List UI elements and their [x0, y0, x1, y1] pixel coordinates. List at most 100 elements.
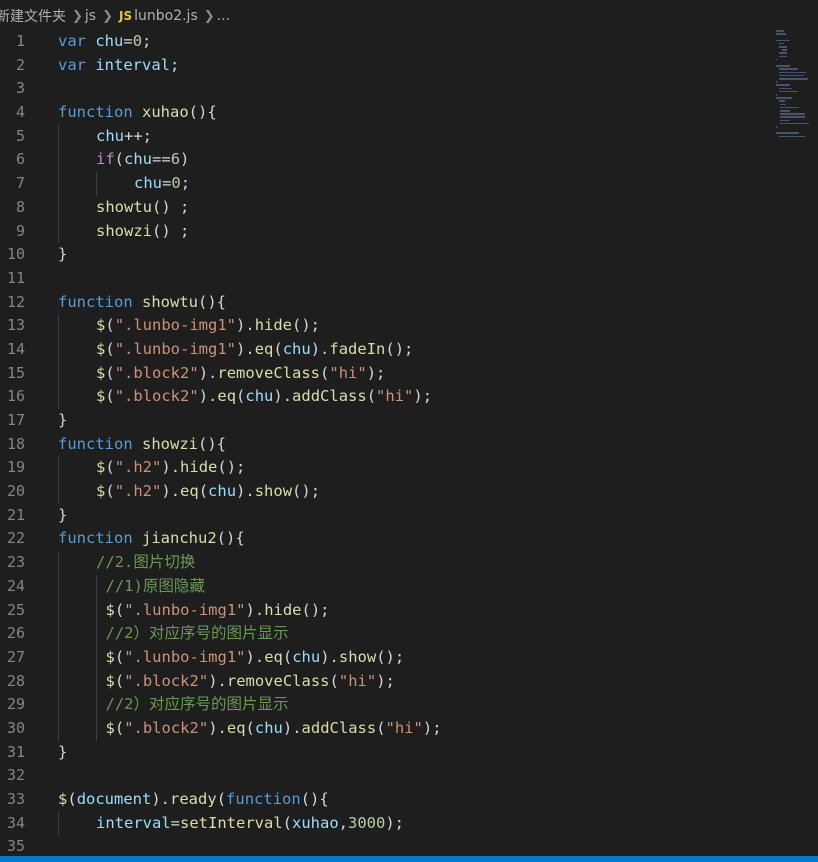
code-token: ).: [245, 647, 265, 666]
indent-guide: [58, 811, 59, 836]
code-token: );: [422, 718, 442, 737]
code-editor[interactable]: 1 var chu=0; 2 var interval; 3 4 function xuha…: [0, 30, 770, 862]
code-line[interactable]: 23 //2.图片切换: [0, 551, 770, 575]
editor-window: 新建文件夹 ❯ js ❯ JS lunbo2.js ❯ ... 1 var chu…: [0, 0, 818, 862]
code-line[interactable]: 20 $(".h2").eq(chu).show();: [0, 480, 770, 504]
code-line[interactable]: 15 $(".block2").removeClass("hi");: [0, 361, 770, 386]
code-token: ).: [245, 600, 265, 619]
code-line[interactable]: 12 function showtu(){: [0, 291, 770, 315]
code-line[interactable]: 13 $(".lunbo-img1").hide();: [0, 314, 770, 338]
code-line[interactable]: 19 $(".h2").hide();: [0, 456, 770, 481]
minimap-line: [779, 90, 799, 93]
code-line[interactable]: 30 $(".block2").eq(chu).addClass("hi");: [0, 716, 770, 741]
code-text: $(document).ready(function(){: [58, 788, 329, 812]
code-line[interactable]: 17}: [0, 409, 770, 433]
code-token: 0: [132, 32, 143, 50]
code-line[interactable]: 14 $(".lunbo-img1").eq(chu).fadeIn();: [0, 337, 770, 362]
code-token: (: [105, 458, 115, 477]
minimap[interactable]: [776, 30, 818, 150]
code-line[interactable]: 34 interval=setInterval(xuhao,3000);: [0, 811, 770, 836]
indent-guide: [58, 716, 59, 741]
breadcrumb-folder[interactable]: 新建文件夹: [0, 6, 66, 26]
code-token: ).: [198, 387, 218, 406]
code-token: (: [320, 363, 330, 382]
code-token: show: [338, 647, 377, 666]
minimap-line: [779, 122, 809, 125]
chevron-right-icon: ❯: [102, 8, 113, 24]
minimap-line: [779, 113, 806, 115]
code-line[interactable]: 7 chu=0;: [0, 172, 770, 196]
code-line[interactable]: 31}: [0, 741, 770, 765]
code-text: }: [58, 741, 67, 765]
line-number: 26: [6, 624, 25, 643]
code-token: ).: [282, 718, 302, 737]
code-line[interactable]: 28 $(".block2").removeClass("hi");: [0, 669, 770, 694]
code-line[interactable]: 33 $(document).ready(function(){: [0, 788, 770, 812]
breadcrumb-more[interactable]: ...: [217, 8, 230, 24]
code-line[interactable]: 9 showzi() ;: [0, 219, 770, 244]
code-token: chu: [96, 126, 124, 145]
code-line[interactable]: 10}: [0, 243, 770, 267]
line-number: 30: [6, 718, 25, 737]
code-token: (: [105, 339, 115, 358]
code-line[interactable]: 21}: [0, 504, 770, 528]
code-line[interactable]: 18 function showzi(){: [0, 433, 770, 457]
code-line[interactable]: 4 function xuhao(){: [0, 101, 770, 125]
code-token: ();: [385, 339, 414, 358]
code-token: }: [58, 411, 68, 429]
code-line[interactable]: 1 var chu=0;: [0, 30, 770, 54]
line-number: 29: [6, 695, 25, 714]
code-token: ".h2": [114, 458, 162, 477]
code-token: ".lunbo-img1": [124, 647, 246, 666]
chevron-right-icon: ❯: [203, 8, 215, 24]
code-line[interactable]: 32: [0, 764, 770, 788]
minimap-line: [779, 110, 791, 112]
indent-guide: [58, 456, 59, 481]
code-line[interactable]: 29 //2）对应序号的图片显示: [0, 693, 770, 717]
code-token: "hi": [329, 363, 367, 382]
code-token: }: [58, 742, 68, 761]
line-number: 7: [15, 174, 25, 193]
code-token: chu: [292, 647, 321, 666]
code-line[interactable]: 3: [0, 77, 770, 101]
line-number: 12: [6, 292, 25, 311]
code-token: eq: [180, 482, 199, 501]
code-text: //2）对应序号的图片显示: [106, 622, 289, 646]
code-token: (: [105, 482, 115, 501]
code-token: $: [105, 647, 115, 666]
code-token: ).: [273, 387, 293, 406]
code-text: function xuhao(){: [58, 101, 217, 125]
line-number: 27: [6, 647, 25, 666]
minimap-line: [776, 94, 777, 96]
code-line[interactable]: 26 //2）对应序号的图片显示: [0, 622, 770, 646]
code-line[interactable]: 8 showtu() ;: [0, 195, 770, 220]
code-token: "hi": [385, 718, 423, 737]
indent-guide: [58, 598, 59, 623]
code-line[interactable]: 24 //1)原图隐藏: [0, 574, 770, 599]
code-line[interactable]: 2 var interval;: [0, 54, 770, 78]
code-text: interval=setInterval(xuhao,3000);: [96, 812, 404, 836]
code-line[interactable]: 27 $(".lunbo-img1").eq(chu).show();: [0, 645, 770, 670]
code-token: );: [366, 363, 386, 382]
line-number: 31: [6, 742, 25, 761]
indent-guide: [58, 148, 59, 173]
code-line[interactable]: 22 function jianchu2(){: [0, 527, 770, 551]
code-token: ();: [292, 316, 321, 335]
breadcrumb-file[interactable]: lunbo2.js: [134, 8, 198, 24]
code-line[interactable]: 11: [0, 267, 770, 291]
code-line[interactable]: 6 if(chu==6): [0, 148, 770, 173]
code-token: $: [96, 387, 106, 406]
code-line[interactable]: 16 $(".block2").eq(chu).addClass("hi");: [0, 385, 770, 409]
code-token: eq: [264, 647, 283, 666]
code-line[interactable]: 5 chu++;: [0, 124, 770, 149]
minimap-line: [776, 132, 800, 134]
code-token: chu: [254, 718, 283, 737]
code-line[interactable]: 25 $(".lunbo-img1").hide();: [0, 598, 770, 623]
minimap-line: [779, 87, 792, 90]
breadcrumb-subfolder[interactable]: js: [85, 8, 96, 24]
code-token: ".block2": [114, 387, 199, 406]
code-token: 3000: [348, 813, 386, 832]
indent-guide: [96, 172, 97, 196]
